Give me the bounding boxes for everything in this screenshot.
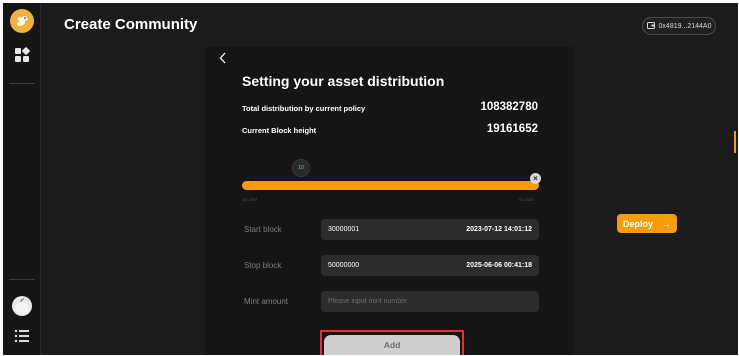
form-title: Setting your asset distribution <box>242 73 445 89</box>
wallet-address-button[interactable]: 0x4819...2144A0 <box>642 17 716 35</box>
block-height-value: 19161652 <box>486 123 538 135</box>
start-block-value: 30000001 <box>328 226 360 233</box>
slider-thumb[interactable]: 10 <box>292 159 310 177</box>
menu-list-icon[interactable] <box>14 329 30 343</box>
stop-block-label: Stop block <box>244 261 282 270</box>
app-window: Create Community 0x4819...2144A0 Setting… <box>3 3 738 355</box>
wallet-address: 0x4819...2144A0 <box>658 22 712 30</box>
user-avatar-icon[interactable] <box>12 296 32 316</box>
total-distribution-value: 108382780 <box>480 101 538 113</box>
distribution-panel: Setting your asset distribution Total di… <box>205 47 574 355</box>
distribution-slider[interactable] <box>242 181 539 190</box>
arrow-right-icon: → <box>662 218 671 229</box>
close-icon[interactable]: × <box>530 173 541 184</box>
deploy-label: Deploy <box>622 218 653 229</box>
wallet-icon <box>646 21 655 31</box>
start-block-label: Start block <box>244 225 282 234</box>
stop-block-date: 2025-06-06 00:41:18 <box>466 262 532 269</box>
mint-amount-field[interactable] <box>321 291 539 312</box>
stop-block-value: 50000000 <box>328 262 360 269</box>
total-distribution-label: Total distribution by current policy <box>242 104 366 113</box>
add-button-highlight: Add <box>320 330 464 355</box>
slider-max-label: 50.00M <box>519 197 535 202</box>
rail-divider <box>9 279 35 280</box>
mint-amount-input[interactable] <box>328 298 532 305</box>
start-block-date: 2023-07-12 14:01:12 <box>466 226 532 233</box>
grid-apps-icon[interactable] <box>14 47 30 63</box>
slider-min-label: 19.16M <box>242 197 258 202</box>
stop-block-field[interactable]: 50000000 2025-06-06 00:41:18 <box>321 255 539 276</box>
mint-amount-label: Mint amount <box>244 297 289 306</box>
chevron-left-icon[interactable] <box>219 52 227 66</box>
rail-divider <box>9 83 35 84</box>
left-rail <box>3 3 41 355</box>
squirrel-logo-icon[interactable] <box>10 9 34 33</box>
scrollbar-thumb[interactable] <box>734 131 736 153</box>
deploy-button[interactable]: Deploy → <box>617 214 677 233</box>
block-height-label: Current Block height <box>242 126 317 135</box>
page-title: Create Community <box>64 16 198 33</box>
add-button[interactable]: Add <box>324 335 460 355</box>
start-block-field[interactable]: 30000001 2023-07-12 14:01:12 <box>321 219 539 240</box>
